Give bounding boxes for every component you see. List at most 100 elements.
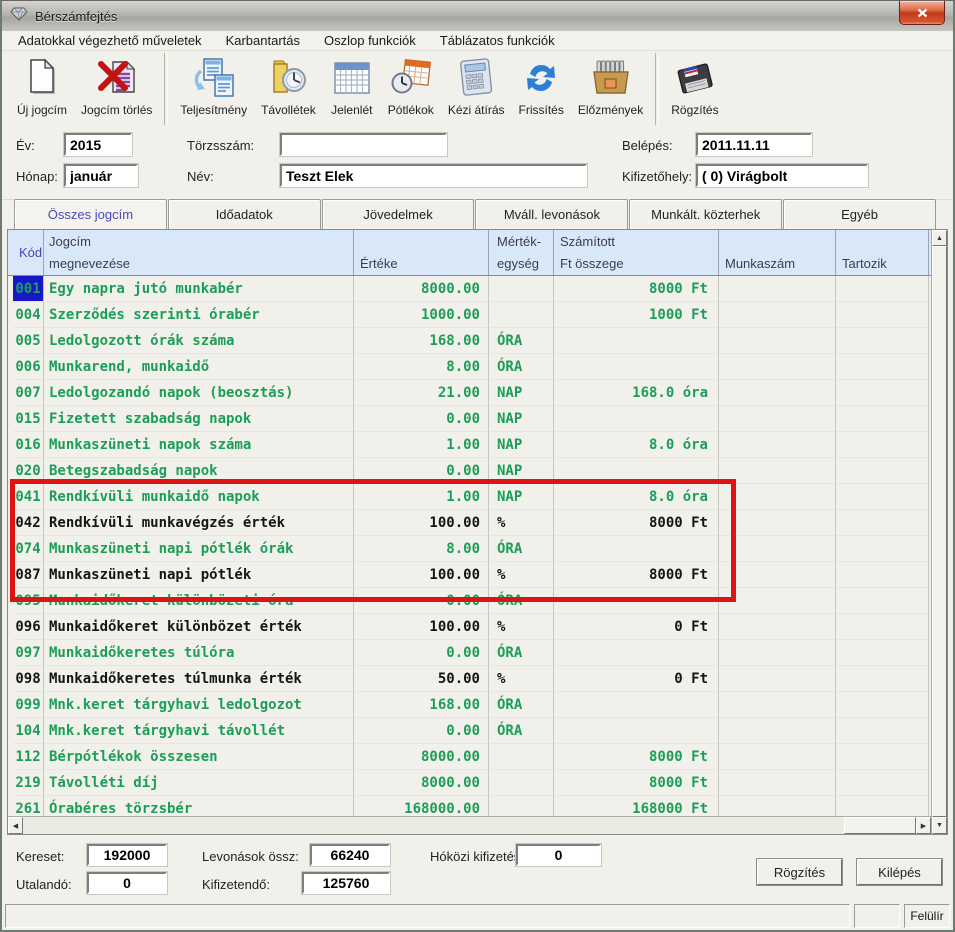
scroll-left-icon[interactable]: ◀ bbox=[8, 817, 23, 834]
col-header-worknumber[interactable]: Munkaszám bbox=[719, 230, 836, 275]
cell-work bbox=[719, 666, 836, 692]
record-button[interactable]: Rögzítés bbox=[757, 859, 842, 885]
table-row[interactable]: 020Betegszabadság napok0.00NAP bbox=[8, 458, 931, 484]
scroll-down-icon[interactable]: ▼ bbox=[932, 817, 947, 834]
col-header-amount[interactable]: SzámítottFt összege bbox=[554, 230, 719, 275]
vertical-scrollbar[interactable]: ▲ ▼ bbox=[931, 230, 947, 834]
pay-items-grid: Kód Jogcímmegnevezése Értéke Mérték-egys… bbox=[7, 229, 948, 835]
table-row[interactable]: 004Szerződés szerinti órabér1000.001000 … bbox=[8, 302, 931, 328]
table-row[interactable]: 006Munkarend, munkaidő8.00ÓRA bbox=[8, 354, 931, 380]
table-row[interactable]: 097Munkaidőkeretes túlóra0.00ÓRA bbox=[8, 640, 931, 666]
cell-due bbox=[836, 354, 929, 380]
cell-value: 8.00 bbox=[354, 536, 489, 562]
entry-date-field[interactable] bbox=[696, 133, 812, 156]
cell-name: Munkaszüneti napi pótlék bbox=[44, 562, 354, 588]
name-field[interactable] bbox=[280, 164, 587, 187]
table-row[interactable]: 016Munkaszüneti napok száma1.00NAP8.0 ór… bbox=[8, 432, 931, 458]
cell-unit: ÓRA bbox=[489, 354, 554, 380]
table-row[interactable]: 099Mnk.keret tárgyhavi ledolgozot168.00Ó… bbox=[8, 692, 931, 718]
name-label: Név: bbox=[187, 169, 214, 184]
cell-amount bbox=[554, 328, 719, 354]
cell-value: 168000.00 bbox=[354, 796, 489, 816]
cell-work bbox=[719, 536, 836, 562]
toolbar-separator bbox=[655, 53, 659, 125]
earnings-field[interactable] bbox=[87, 844, 167, 866]
tab-employer-charges[interactable]: Munkált. közterhek bbox=[629, 199, 782, 229]
menu-maintenance[interactable]: Karbantartás bbox=[222, 33, 304, 48]
performance-button[interactable]: Teljesítmény bbox=[173, 53, 254, 118]
deductions-field[interactable] bbox=[310, 844, 390, 866]
cell-name: Munkaidőkeretes túlmunka érték bbox=[44, 666, 354, 692]
table-row[interactable]: 015Fizetett szabadság napok0.00NAP bbox=[8, 406, 931, 432]
tab-other[interactable]: Egyéb bbox=[783, 199, 936, 229]
transfer-label: Utalandó: bbox=[16, 877, 72, 892]
cell-unit: % bbox=[489, 510, 554, 536]
table-row[interactable]: 074Munkaszüneti napi pótlék órák8.00ÓRA bbox=[8, 536, 931, 562]
table-row[interactable]: 098Munkaidőkeretes túlmunka érték50.00%0… bbox=[8, 666, 931, 692]
cell-work bbox=[719, 718, 836, 744]
record-toolbar-button[interactable]: Rögzítés bbox=[664, 53, 725, 118]
col-header-value[interactable]: Értéke bbox=[354, 230, 489, 275]
scroll-right-icon[interactable]: ▶ bbox=[916, 817, 931, 834]
cell-unit: ÓRA bbox=[489, 718, 554, 744]
refresh-button[interactable]: Frissítés bbox=[512, 53, 571, 118]
cell-unit bbox=[489, 744, 554, 770]
scroll-up-icon[interactable]: ▲ bbox=[932, 230, 947, 246]
cell-unit: % bbox=[489, 614, 554, 640]
table-row[interactable]: 261Órabéres törzsbér168000.00168000 Ft bbox=[8, 796, 931, 816]
cell-work bbox=[719, 510, 836, 536]
table-row[interactable]: 112Bérpótlékok összesen8000.008000 Ft bbox=[8, 744, 931, 770]
supplements-button[interactable]: Pótlékok bbox=[381, 53, 441, 118]
table-row[interactable]: 005Ledolgozott órák száma168.00ÓRA bbox=[8, 328, 931, 354]
month-field[interactable] bbox=[64, 164, 138, 187]
payable-field[interactable] bbox=[302, 872, 390, 894]
col-header-name[interactable]: Jogcímmegnevezése bbox=[44, 230, 354, 275]
history-button[interactable]: Előzmények bbox=[571, 53, 650, 118]
tab-time-data[interactable]: Időadatok bbox=[168, 199, 321, 229]
table-row[interactable]: 041Rendkívüli munkaidő napok1.00NAP8.0 ó… bbox=[8, 484, 931, 510]
close-button[interactable] bbox=[899, 1, 945, 25]
cell-code: 219 bbox=[13, 770, 44, 796]
menu-data-operations[interactable]: Adatokkal végezhető műveletek bbox=[14, 33, 206, 48]
table-row[interactable]: 087Munkaszüneti napi pótlék100.00%8000 F… bbox=[8, 562, 931, 588]
employee-number-field[interactable] bbox=[280, 133, 447, 156]
table-row[interactable]: 007Ledolgozandó napok (beosztás)21.00NAP… bbox=[8, 380, 931, 406]
vertical-scroll-thumb[interactable] bbox=[932, 246, 947, 817]
tab-employee-deductions[interactable]: Mváll. levonások bbox=[475, 199, 628, 229]
horizontal-scrollbar[interactable]: ◀ ▶ bbox=[8, 816, 931, 834]
col-header-code[interactable]: Kód bbox=[13, 230, 44, 275]
delete-item-button[interactable]: Jogcím törlés bbox=[74, 53, 159, 118]
new-item-button[interactable]: Új jogcím bbox=[10, 53, 74, 118]
tab-all-titles[interactable]: Összes jogcím bbox=[14, 199, 167, 229]
table-body: 001Egy napra jutó munkabér8000.008000 Ft… bbox=[8, 276, 931, 816]
cell-value: 21.00 bbox=[354, 380, 489, 406]
absences-button[interactable]: Távollétek bbox=[254, 53, 323, 118]
title-bar[interactable]: Bérszámfejtés bbox=[2, 1, 953, 32]
table-row[interactable]: 096Munkaidőkeret különbözet érték100.00%… bbox=[8, 614, 931, 640]
table-row[interactable]: 104Mnk.keret tárgyhavi távollét0.00ÓRA bbox=[8, 718, 931, 744]
tab-incomes[interactable]: Jövedelmek bbox=[322, 199, 475, 229]
transfer-field[interactable] bbox=[87, 872, 167, 894]
table-row[interactable]: 095Munkaidőkeret különbözeti óra0.00ÓRA bbox=[8, 588, 931, 614]
cell-amount bbox=[554, 536, 719, 562]
exit-button[interactable]: Kilépés bbox=[857, 859, 942, 885]
year-field[interactable] bbox=[64, 133, 132, 156]
cell-work bbox=[719, 484, 836, 510]
table-row[interactable]: 001Egy napra jutó munkabér8000.008000 Ft bbox=[8, 276, 931, 302]
payment-place-field[interactable] bbox=[696, 164, 868, 187]
cell-due bbox=[836, 276, 929, 302]
cell-amount bbox=[554, 588, 719, 614]
attendance-button[interactable]: Jelenlét bbox=[323, 53, 381, 118]
manual-rewrite-button[interactable]: Kézi átírás bbox=[441, 53, 512, 118]
table-row[interactable]: 219Távolléti díj8000.008000 Ft bbox=[8, 770, 931, 796]
menu-column-functions[interactable]: Oszlop funkciók bbox=[320, 33, 420, 48]
menu-table-functions[interactable]: Táblázatos funkciók bbox=[436, 33, 559, 48]
table-row[interactable]: 042Rendkívüli munkavégzés érték100.00%80… bbox=[8, 510, 931, 536]
col-header-unit[interactable]: Mérték-egység bbox=[489, 230, 554, 275]
window-title: Bérszámfejtés bbox=[35, 9, 117, 24]
clock-calendar-icon bbox=[389, 54, 433, 102]
col-header-due[interactable]: Tartozik bbox=[836, 230, 929, 275]
midmonth-payment-field[interactable] bbox=[516, 844, 601, 866]
horizontal-scroll-thumb[interactable] bbox=[844, 817, 916, 834]
cell-due bbox=[836, 536, 929, 562]
